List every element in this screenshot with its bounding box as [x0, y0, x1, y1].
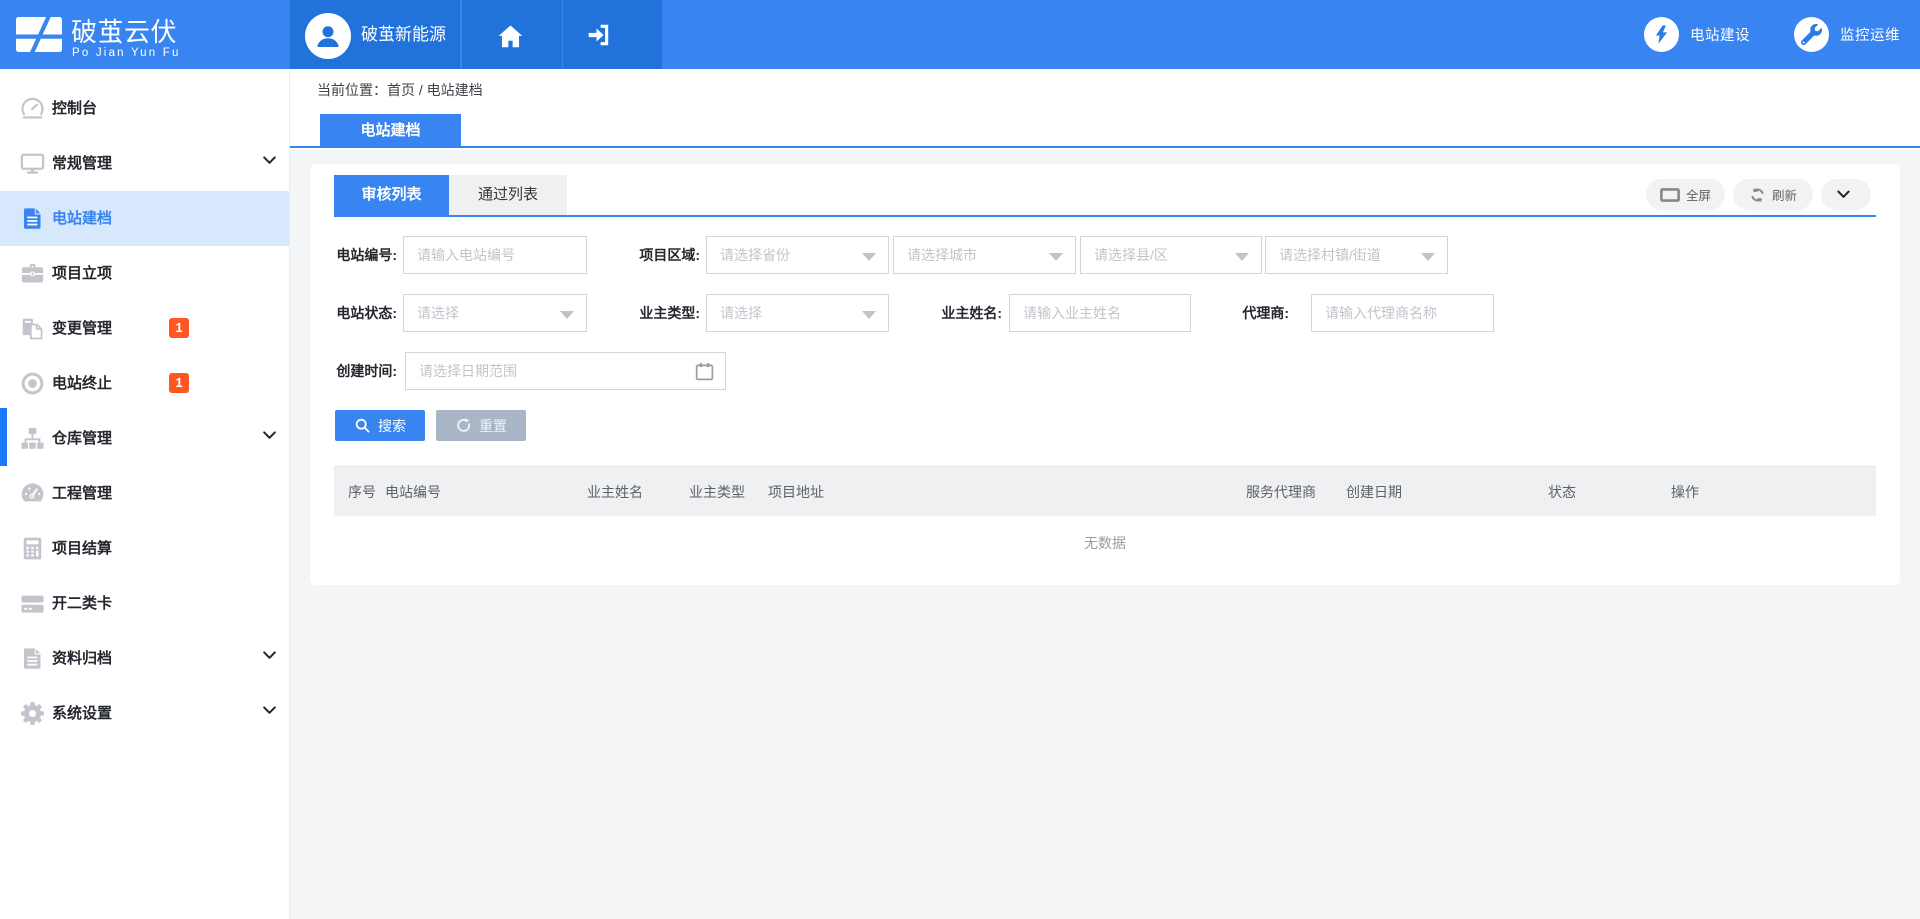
svg-text:Po Jian Yun Fu: Po Jian Yun Fu: [72, 47, 181, 59]
svg-text:破茧云伏: 破茧云伏: [71, 17, 177, 47]
